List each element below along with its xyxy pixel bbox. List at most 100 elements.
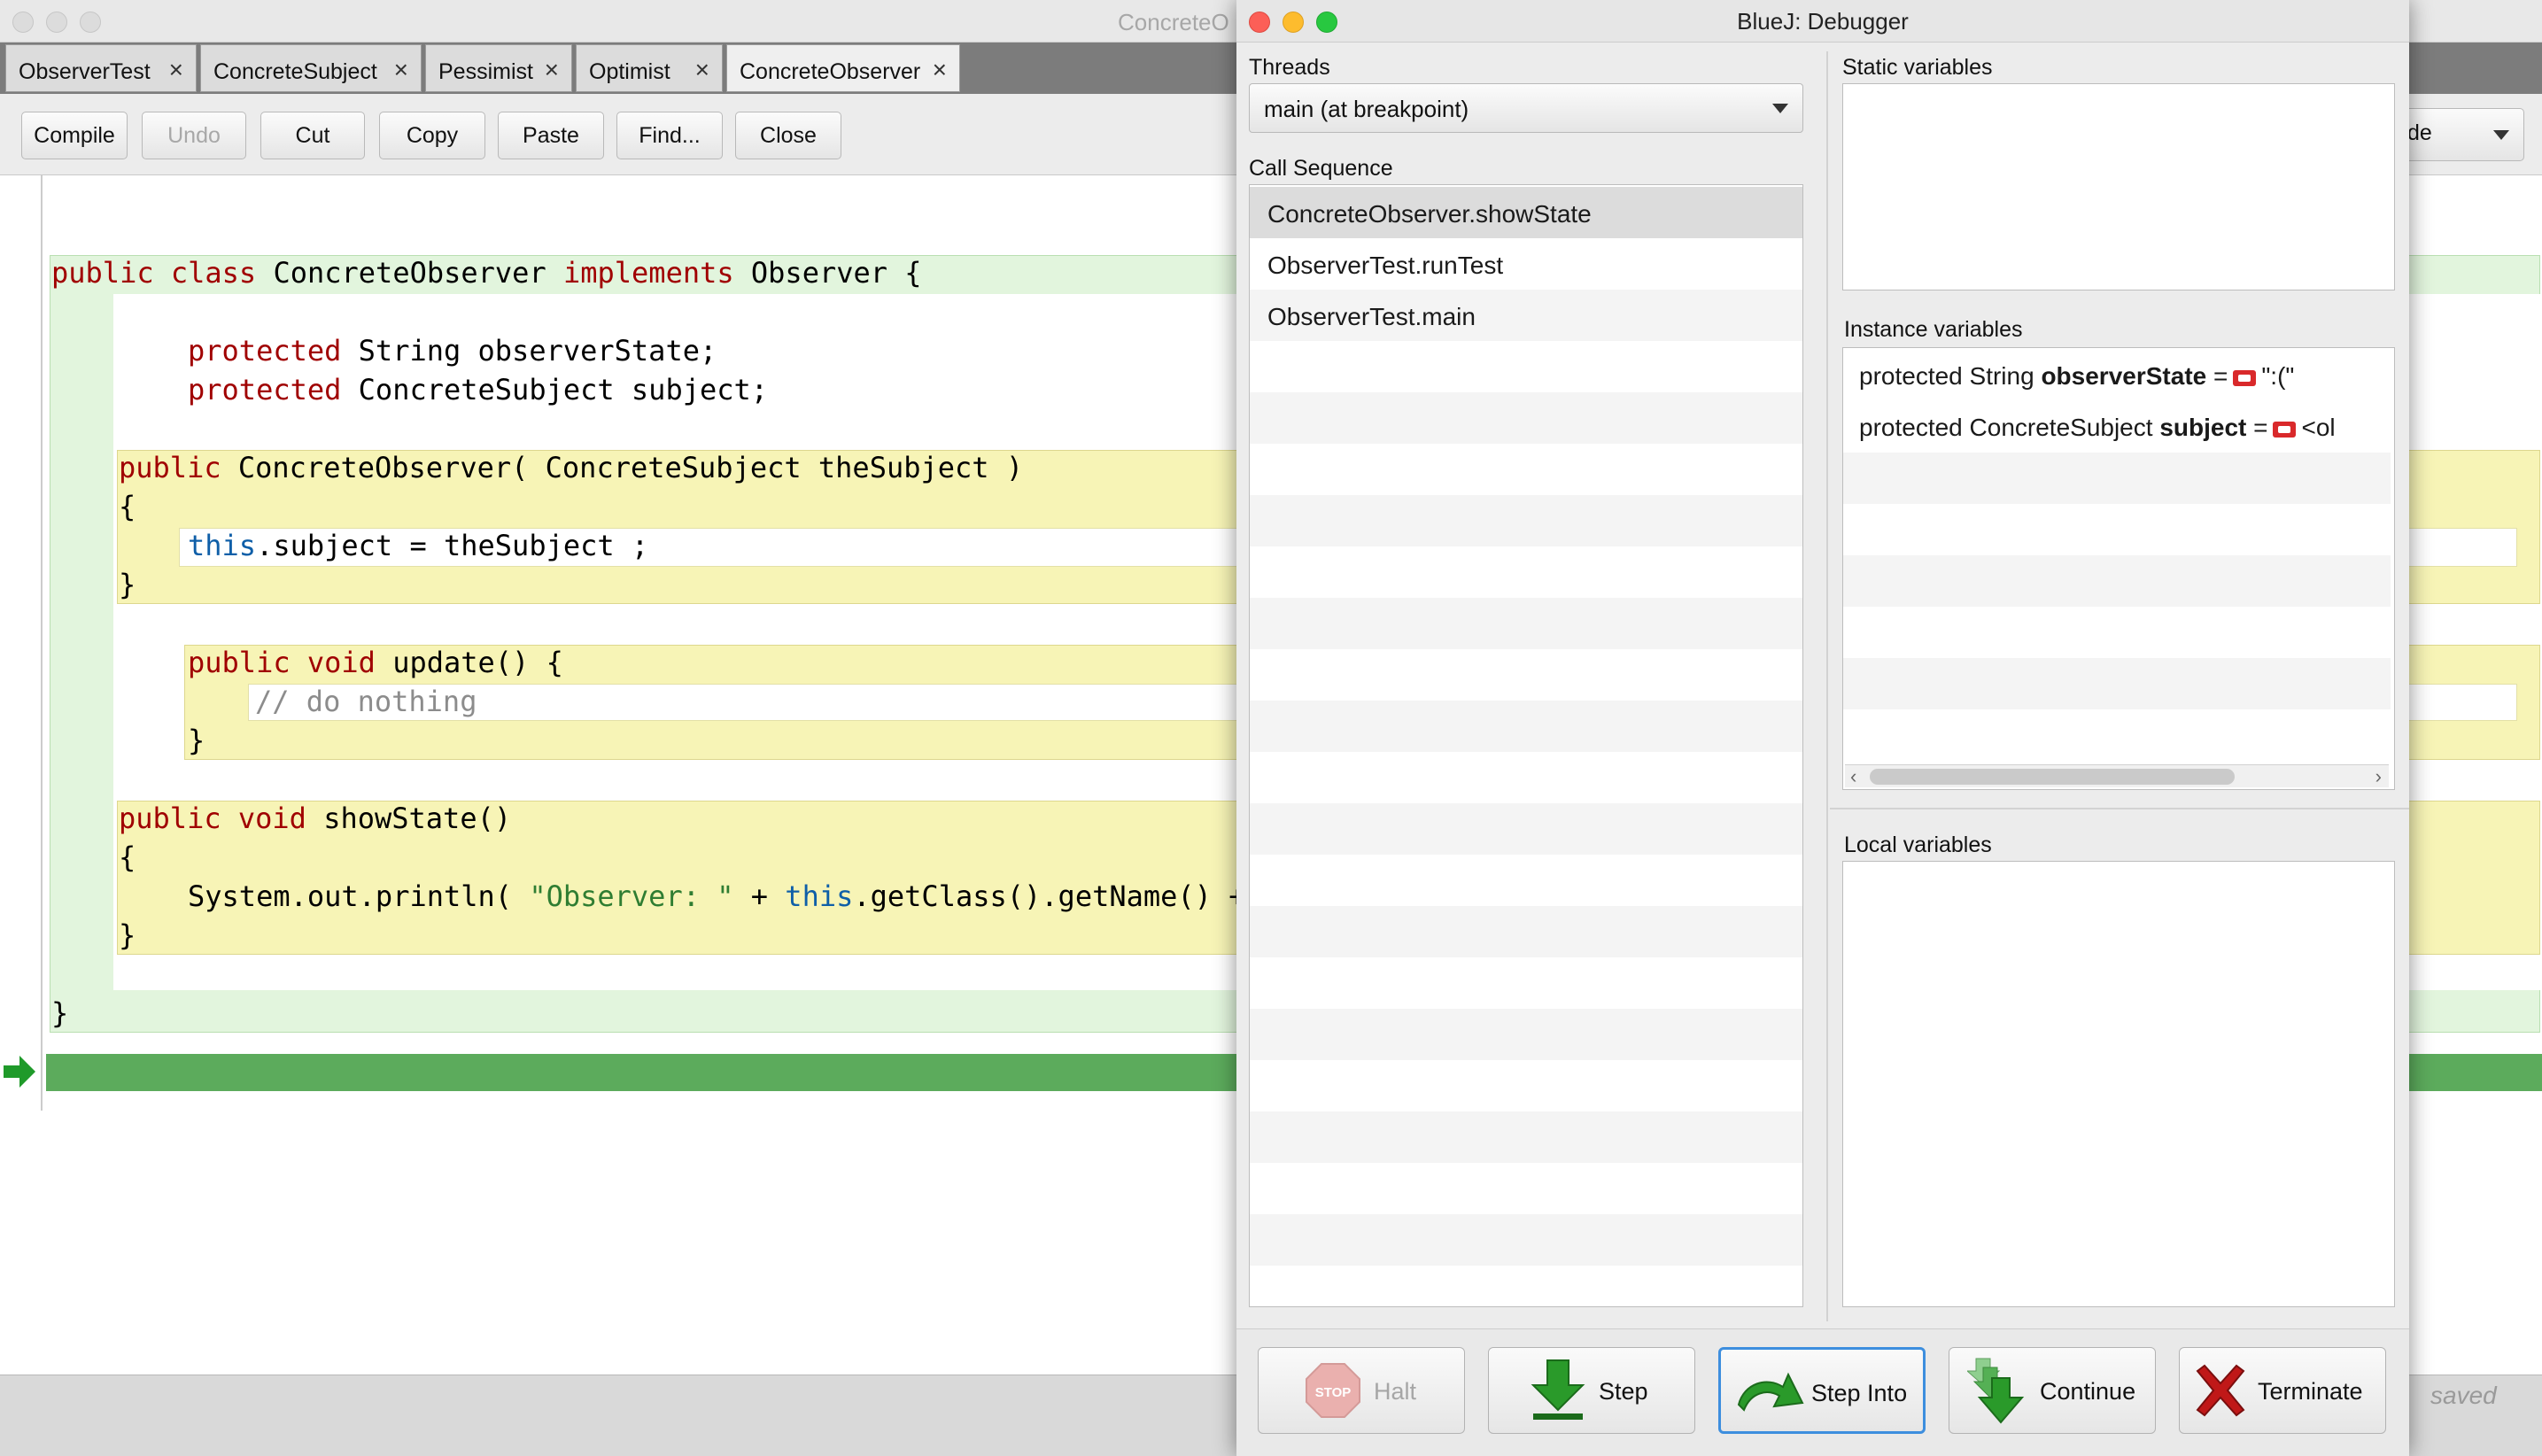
empty-row bbox=[1843, 555, 2391, 607]
tab-observertest[interactable]: ObserverTest × bbox=[5, 44, 197, 92]
code-line-4: public ConcreteObserver( ConcreteSubject… bbox=[119, 451, 1024, 484]
code-line-13: System.out.println( "Observer: " + this.… bbox=[188, 879, 1246, 913]
empty-row bbox=[1250, 1163, 1802, 1214]
tab-label: Optimist bbox=[589, 59, 670, 84]
scroll-left-icon[interactable]: ‹ bbox=[1850, 765, 1856, 788]
instance-variables-label: Instance variables bbox=[1844, 317, 2023, 342]
call-sequence-item[interactable]: ConcreteObserver.showState bbox=[1250, 187, 1802, 238]
debugger-window-title: BlueJ: Debugger bbox=[1737, 8, 1909, 35]
view-select-value: de bbox=[2407, 120, 2432, 145]
tab-label: ConcreteSubject bbox=[213, 59, 377, 84]
close-tab-icon[interactable]: × bbox=[169, 56, 183, 84]
code-line-15: } bbox=[51, 996, 69, 1030]
tab-pessimist[interactable]: Pessimist × bbox=[425, 44, 572, 92]
call-sequence-list[interactable]: ConcreteObserver.showState ObserverTest.… bbox=[1249, 184, 1803, 1307]
gutter-divider bbox=[41, 175, 43, 1111]
tab-label: ConcreteObserver bbox=[740, 59, 921, 84]
empty-row bbox=[1250, 1111, 1802, 1163]
threads-select[interactable]: main (at breakpoint) bbox=[1249, 83, 1803, 133]
halt-label: Halt bbox=[1374, 1378, 1417, 1405]
step-into-button[interactable]: Step Into bbox=[1718, 1347, 1926, 1434]
empty-row bbox=[1250, 444, 1802, 495]
close-tab-icon[interactable]: × bbox=[394, 56, 408, 84]
close-tab-icon[interactable]: × bbox=[933, 56, 947, 84]
instance-variables-list[interactable]: protected String observerState = ":(" pro… bbox=[1842, 347, 2395, 790]
threads-select-value: main (at breakpoint) bbox=[1264, 96, 1469, 122]
code-line-12: { bbox=[119, 840, 136, 874]
local-variables-label: Local variables bbox=[1844, 833, 1992, 857]
saved-status: saved bbox=[2430, 1382, 2497, 1409]
tab-concreteobserver[interactable]: ConcreteObserver × bbox=[726, 44, 960, 92]
debugger-controls: STOP Halt Step Step Into Continue Termin… bbox=[1236, 1328, 2409, 1456]
empty-row bbox=[1250, 906, 1802, 957]
halt-button[interactable]: STOP Halt bbox=[1258, 1347, 1465, 1434]
svg-text:STOP: STOP bbox=[1315, 1385, 1352, 1400]
empty-row bbox=[1843, 504, 2391, 555]
empty-row bbox=[1250, 752, 1802, 803]
close-window-button[interactable] bbox=[12, 12, 34, 33]
code-line-2: protected String observerState; bbox=[188, 334, 717, 368]
continue-button[interactable]: Continue bbox=[1949, 1347, 2156, 1434]
execution-arrow-icon bbox=[4, 1056, 35, 1088]
empty-row bbox=[1250, 598, 1802, 649]
code-line-6: this.subject = theSubject ; bbox=[188, 529, 649, 562]
empty-row bbox=[1250, 341, 1802, 392]
compile-button[interactable]: Compile bbox=[21, 112, 128, 159]
empty-row bbox=[1250, 1214, 1802, 1266]
pane-divider-horizontal[interactable] bbox=[1830, 808, 2409, 809]
terminate-button[interactable]: Terminate bbox=[2179, 1347, 2386, 1434]
call-sequence-item[interactable]: ObserverTest.runTest bbox=[1250, 238, 1802, 290]
scrollbar-thumb[interactable] bbox=[1870, 769, 2235, 785]
empty-row bbox=[1250, 855, 1802, 906]
code-line-7: } bbox=[119, 568, 136, 601]
instance-variable-row[interactable]: protected ConcreteSubject subject = <ol bbox=[1843, 401, 2391, 453]
stop-sign-icon: STOP bbox=[1306, 1363, 1360, 1418]
find-button[interactable]: Find... bbox=[616, 112, 723, 159]
step-arrow-down-icon bbox=[1531, 1359, 1585, 1420]
empty-row bbox=[1843, 658, 2391, 709]
copy-button[interactable]: Copy bbox=[379, 112, 485, 159]
empty-row bbox=[1250, 957, 1802, 1009]
step-label: Step bbox=[1599, 1378, 1648, 1405]
empty-row bbox=[1250, 1060, 1802, 1111]
close-button[interactable]: Close bbox=[735, 112, 841, 159]
empty-row bbox=[1843, 453, 2391, 504]
code-line-10: } bbox=[188, 724, 205, 757]
step-into-label: Step Into bbox=[1811, 1380, 1908, 1406]
paste-button[interactable]: Paste bbox=[498, 112, 604, 159]
tab-label: Pessimist bbox=[438, 59, 533, 84]
terminate-x-icon bbox=[2196, 1364, 2245, 1417]
pane-divider[interactable] bbox=[1826, 51, 1828, 1321]
code-line-1: public class ConcreteObserver implements… bbox=[51, 256, 922, 290]
cut-button[interactable]: Cut bbox=[260, 112, 365, 159]
tab-optimist[interactable]: Optimist × bbox=[576, 44, 723, 92]
code-line-14: } bbox=[119, 918, 136, 952]
static-variables-list[interactable] bbox=[1842, 83, 2395, 290]
continue-label: Continue bbox=[2040, 1378, 2136, 1405]
zoom-window-button[interactable] bbox=[80, 12, 101, 33]
local-variables-list[interactable] bbox=[1842, 861, 2395, 1307]
minimize-window-button[interactable] bbox=[46, 12, 67, 33]
code-line-3: protected ConcreteSubject subject; bbox=[188, 373, 769, 407]
instance-variable-row[interactable]: protected String observerState = ":(" bbox=[1843, 350, 2391, 401]
step-button[interactable]: Step bbox=[1488, 1347, 1695, 1434]
editor-window-title: ConcreteO bbox=[1118, 9, 1229, 35]
tab-concretesubject[interactable]: ConcreteSubject × bbox=[200, 44, 422, 92]
object-reference-icon bbox=[2273, 421, 2297, 438]
empty-row bbox=[1250, 495, 1802, 546]
undo-button[interactable]: Undo bbox=[142, 112, 246, 159]
code-line-8: public void update() { bbox=[188, 646, 563, 679]
debugger-window: BlueJ: Debugger Threads main (at breakpo… bbox=[1236, 0, 2409, 1456]
tab-label: ObserverTest bbox=[19, 59, 151, 84]
empty-row bbox=[1250, 1009, 1802, 1060]
step-into-arrow-icon bbox=[1737, 1372, 1804, 1412]
continue-arrows-icon bbox=[1967, 1358, 2025, 1424]
static-variables-label: Static variables bbox=[1842, 55, 1993, 80]
empty-row bbox=[1250, 803, 1802, 855]
close-tab-icon[interactable]: × bbox=[695, 56, 709, 84]
scroll-right-icon[interactable]: › bbox=[2375, 765, 2382, 788]
code-line-11: public void showState() bbox=[119, 802, 512, 835]
close-tab-icon[interactable]: × bbox=[545, 56, 559, 84]
horizontal-scrollbar[interactable]: ‹ › bbox=[1845, 764, 2389, 787]
call-sequence-item[interactable]: ObserverTest.main bbox=[1250, 290, 1802, 341]
